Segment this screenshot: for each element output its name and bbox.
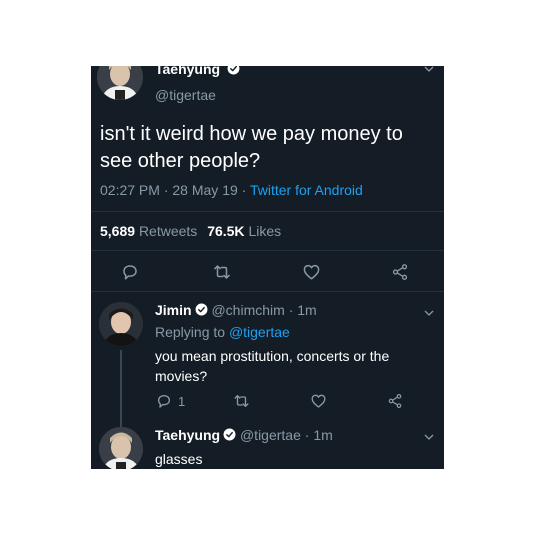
- share-icon[interactable]: [387, 393, 403, 409]
- like-icon[interactable]: [310, 393, 327, 409]
- main-tweet-source[interactable]: Twitter for Android: [250, 182, 363, 198]
- divider: [91, 211, 444, 212]
- reply-1-header: Jimin @chimchim · 1m: [155, 302, 317, 318]
- reply-2-text: glasses: [155, 451, 203, 467]
- retweets-stat[interactable]: 5,689 Retweets: [100, 223, 201, 239]
- avatar-taehyung[interactable]: [97, 66, 143, 100]
- verified-badge-icon: [223, 428, 236, 441]
- main-tweet-meta: 02:27 PM · 28 May 19 · Twitter for Andro…: [100, 182, 363, 198]
- main-tweet-stats: 5,689 Retweets 76.5K Likes: [100, 223, 281, 239]
- thread-line: [120, 350, 122, 432]
- main-tweet-text: isn't it weird how we pay money to see o…: [100, 123, 403, 172]
- reply-1-text: you mean prostitution, concerts or the m…: [155, 348, 390, 384]
- main-tweet-display-name: Taehyung: [155, 66, 221, 77]
- reply-1-handle[interactable]: @chimchim: [211, 302, 284, 318]
- reply-1-display-name[interactable]: Jimin: [155, 302, 192, 318]
- replying-to-link[interactable]: @tigertae: [229, 324, 290, 340]
- main-tweet-date: 28 May 19: [172, 182, 238, 198]
- avatar-taehyung[interactable]: [99, 427, 143, 469]
- like-icon[interactable]: [302, 263, 321, 281]
- reply-icon[interactable]: [156, 393, 172, 409]
- retweets-count: 5,689: [100, 223, 136, 239]
- reply-icon[interactable]: [121, 263, 139, 281]
- reply-2-display-name[interactable]: Taehyung: [155, 427, 220, 443]
- main-tweet-handle[interactable]: @tigertae: [155, 87, 216, 103]
- likes-count: 76.5K: [207, 223, 245, 239]
- retweet-icon[interactable]: [213, 263, 231, 281]
- likes-label: Likes: [248, 223, 282, 239]
- reply-2-handle[interactable]: @tigertae: [240, 427, 301, 443]
- divider: [91, 250, 444, 251]
- reply-2-age: 1m: [313, 427, 333, 443]
- divider: [91, 291, 444, 292]
- verified-badge-icon: [227, 66, 240, 75]
- reply-1-age: 1m: [297, 302, 317, 318]
- chevron-down-icon[interactable]: [424, 432, 434, 442]
- tweet-thread-screenshot: Taehyung @tigertae isn't it weird how we…: [91, 66, 444, 469]
- chevron-down-icon[interactable]: [424, 66, 434, 74]
- share-icon[interactable]: [391, 263, 409, 281]
- main-tweet-author[interactable]: Taehyung: [155, 66, 240, 77]
- verified-badge-icon: [195, 303, 208, 316]
- reply-2-header: Taehyung @tigertae · 1m: [155, 427, 333, 443]
- likes-stat[interactable]: 76.5K Likes: [207, 223, 281, 239]
- main-tweet-time: 02:27 PM: [100, 182, 160, 198]
- reply-1-replying-to: Replying to @tigertae: [155, 324, 290, 340]
- reply-1-reply-count: 1: [178, 394, 186, 409]
- chevron-down-icon[interactable]: [424, 308, 434, 318]
- retweets-label: Retweets: [138, 223, 198, 239]
- retweet-icon[interactable]: [233, 393, 250, 409]
- avatar-jimin[interactable]: [99, 302, 143, 346]
